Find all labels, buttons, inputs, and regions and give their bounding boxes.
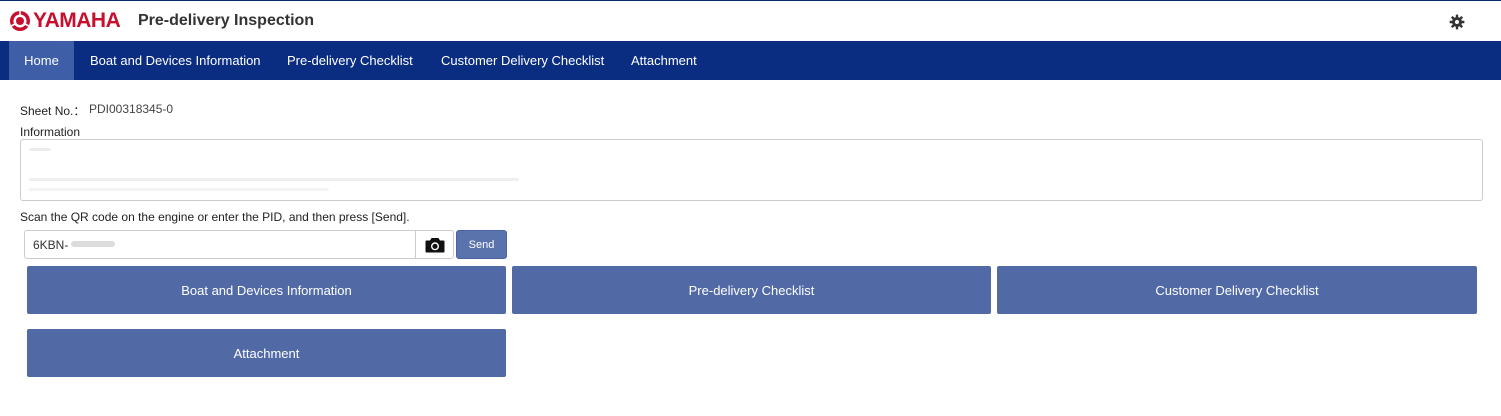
logo-text: YAMAHA xyxy=(33,9,121,32)
tab-attachment[interactable]: Attachment xyxy=(616,41,712,80)
tuning-fork-emblem-icon xyxy=(10,11,30,31)
redacted-text xyxy=(29,178,519,181)
information-box xyxy=(20,139,1483,201)
pre-delivery-checklist-button[interactable]: Pre-delivery Checklist xyxy=(512,266,991,314)
sheet-number-value: PDI00318345-0 xyxy=(89,102,174,116)
scan-instruction: Scan the QR code on the engine or enter … xyxy=(20,210,410,224)
tab-customer-delivery-checklist[interactable]: Customer Delivery Checklist xyxy=(426,41,619,80)
camera-button[interactable] xyxy=(415,230,454,259)
redacted-text xyxy=(29,188,329,191)
app-header: YAMAHA Pre-delivery Inspection xyxy=(0,0,1501,41)
customer-delivery-checklist-button[interactable]: Customer Delivery Checklist xyxy=(997,266,1477,314)
boat-devices-information-button[interactable]: Boat and Devices Information xyxy=(27,266,506,314)
camera-icon xyxy=(425,237,444,252)
yamaha-logo: YAMAHA xyxy=(9,9,121,32)
gear-icon[interactable] xyxy=(1449,14,1465,30)
attachment-button[interactable]: Attachment xyxy=(27,329,506,377)
tab-boat-devices-information[interactable]: Boat and Devices Information xyxy=(75,41,276,80)
information-label: Information xyxy=(20,125,81,139)
redacted-pid xyxy=(71,241,115,247)
sheet-number-label: Sheet No.： xyxy=(20,104,86,118)
main-navbar: Home Boat and Devices Information Pre-de… xyxy=(0,41,1501,80)
redacted-text xyxy=(29,148,51,151)
tab-home[interactable]: Home xyxy=(9,41,74,80)
tab-pre-delivery-checklist[interactable]: Pre-delivery Checklist xyxy=(272,41,428,80)
send-button[interactable]: Send xyxy=(456,230,507,259)
page-title: Pre-delivery Inspection xyxy=(138,12,315,29)
